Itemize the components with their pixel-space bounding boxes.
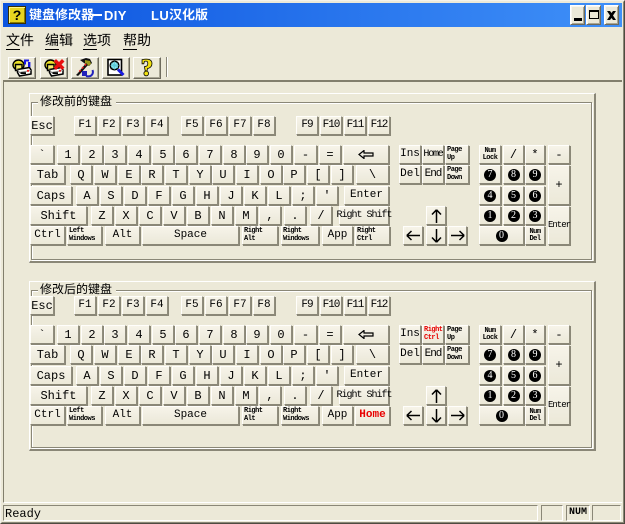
svg-text:?: ? (141, 58, 153, 79)
